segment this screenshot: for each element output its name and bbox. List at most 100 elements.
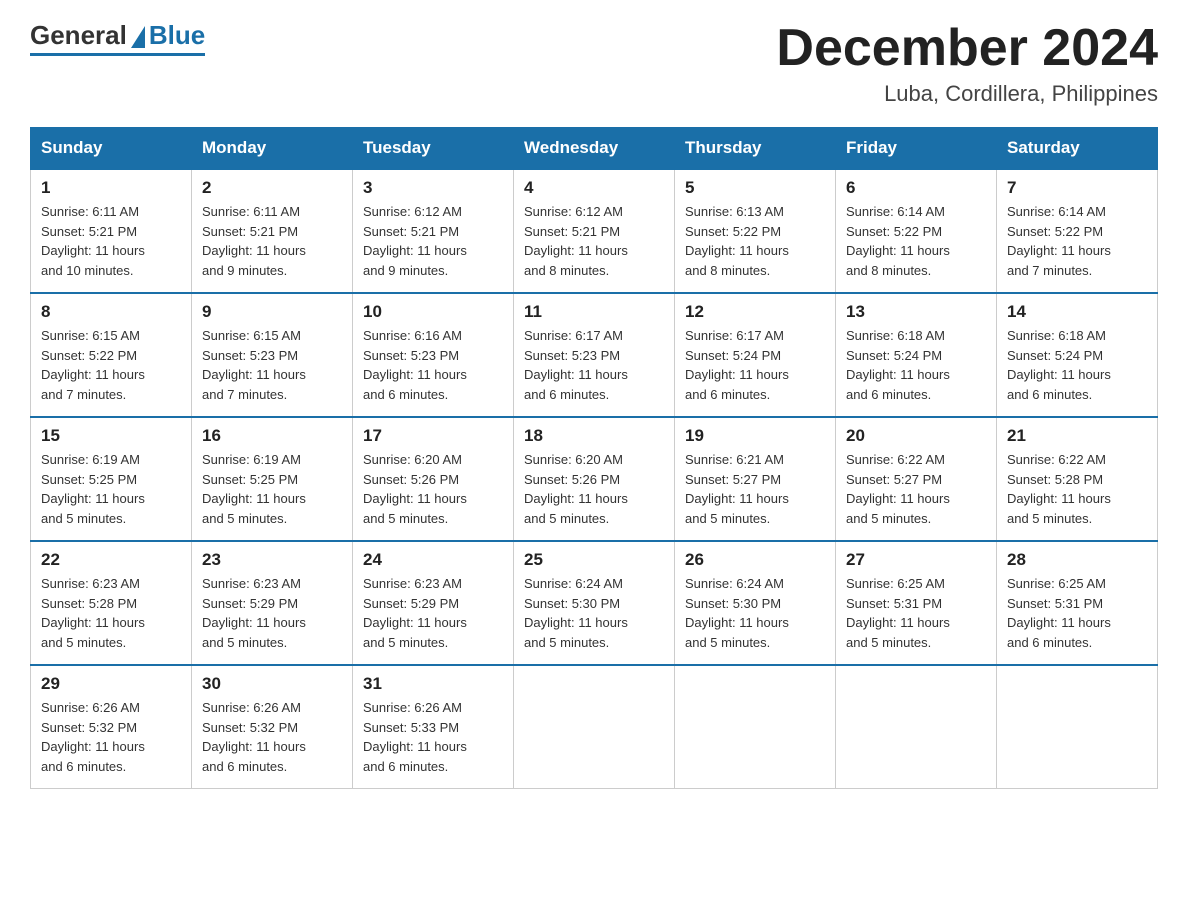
calendar-cell <box>514 665 675 789</box>
header-saturday: Saturday <box>997 128 1158 170</box>
day-number: 7 <box>1007 178 1147 198</box>
header-wednesday: Wednesday <box>514 128 675 170</box>
month-title: December 2024 <box>776 20 1158 77</box>
calendar-cell: 15Sunrise: 6:19 AMSunset: 5:25 PMDayligh… <box>31 417 192 541</box>
day-info: Sunrise: 6:17 AMSunset: 5:24 PMDaylight:… <box>685 326 825 404</box>
calendar-week-2: 8 Sunrise: 6:15 AMSunset: 5:22 PMDaylight… <box>31 293 1158 417</box>
header-sunday: Sunday <box>31 128 192 170</box>
day-number: 28 <box>1007 550 1147 570</box>
day-info: Sunrise: 6:19 AMSunset: 5:25 PMDaylight:… <box>202 450 342 528</box>
day-info: Sunrise: 6:23 AMSunset: 5:28 PMDaylight:… <box>41 574 181 652</box>
calendar-cell: 8 Sunrise: 6:15 AMSunset: 5:22 PMDaylight… <box>31 293 192 417</box>
day-number: 2 <box>202 178 342 198</box>
calendar-week-4: 22 Sunrise: 6:23 AMSunset: 5:28 PMDayligh… <box>31 541 1158 665</box>
calendar-cell: 29Sunrise: 6:26 AMSunset: 5:32 PMDayligh… <box>31 665 192 789</box>
day-number: 31 <box>363 674 503 694</box>
day-number: 26 <box>685 550 825 570</box>
day-info: Sunrise: 6:14 AMSunset: 5:22 PMDaylight:… <box>846 202 986 280</box>
day-info: Sunrise: 6:25 AMSunset: 5:31 PMDaylight:… <box>1007 574 1147 652</box>
logo-underline <box>30 53 205 56</box>
day-info: Sunrise: 6:26 AMSunset: 5:32 PMDaylight:… <box>202 698 342 776</box>
day-number: 19 <box>685 426 825 446</box>
day-info: Sunrise: 6:23 AMSunset: 5:29 PMDaylight:… <box>363 574 503 652</box>
calendar-cell: 9 Sunrise: 6:15 AMSunset: 5:23 PMDaylight… <box>192 293 353 417</box>
calendar-cell: 26 Sunrise: 6:24 AMSunset: 5:30 PMDayligh… <box>675 541 836 665</box>
day-info: Sunrise: 6:17 AMSunset: 5:23 PMDaylight:… <box>524 326 664 404</box>
calendar-cell: 11Sunrise: 6:17 AMSunset: 5:23 PMDayligh… <box>514 293 675 417</box>
header-monday: Monday <box>192 128 353 170</box>
calendar-cell: 27 Sunrise: 6:25 AMSunset: 5:31 PMDayligh… <box>836 541 997 665</box>
day-number: 6 <box>846 178 986 198</box>
calendar-cell: 3Sunrise: 6:12 AMSunset: 5:21 PMDaylight… <box>353 169 514 293</box>
day-info: Sunrise: 6:12 AMSunset: 5:21 PMDaylight:… <box>524 202 664 280</box>
day-info: Sunrise: 6:15 AMSunset: 5:22 PMDaylight:… <box>41 326 181 404</box>
day-info: Sunrise: 6:22 AMSunset: 5:28 PMDaylight:… <box>1007 450 1147 528</box>
day-info: Sunrise: 6:20 AMSunset: 5:26 PMDaylight:… <box>363 450 503 528</box>
day-info: Sunrise: 6:15 AMSunset: 5:23 PMDaylight:… <box>202 326 342 404</box>
day-number: 25 <box>524 550 664 570</box>
day-info: Sunrise: 6:22 AMSunset: 5:27 PMDaylight:… <box>846 450 986 528</box>
day-number: 30 <box>202 674 342 694</box>
day-number: 29 <box>41 674 181 694</box>
calendar-table: SundayMondayTuesdayWednesdayThursdayFrid… <box>30 127 1158 789</box>
day-number: 27 <box>846 550 986 570</box>
day-number: 20 <box>846 426 986 446</box>
day-number: 21 <box>1007 426 1147 446</box>
day-number: 22 <box>41 550 181 570</box>
calendar-week-1: 1 Sunrise: 6:11 AMSunset: 5:21 PMDaylight… <box>31 169 1158 293</box>
calendar-cell: 21 Sunrise: 6:22 AMSunset: 5:28 PMDayligh… <box>997 417 1158 541</box>
logo-blue-text: Blue <box>149 20 205 51</box>
day-info: Sunrise: 6:20 AMSunset: 5:26 PMDaylight:… <box>524 450 664 528</box>
calendar-cell: 2 Sunrise: 6:11 AMSunset: 5:21 PMDaylight… <box>192 169 353 293</box>
day-info: Sunrise: 6:24 AMSunset: 5:30 PMDaylight:… <box>524 574 664 652</box>
day-info: Sunrise: 6:14 AMSunset: 5:22 PMDaylight:… <box>1007 202 1147 280</box>
calendar-header-row: SundayMondayTuesdayWednesdayThursdayFrid… <box>31 128 1158 170</box>
calendar-cell: 14Sunrise: 6:18 AMSunset: 5:24 PMDayligh… <box>997 293 1158 417</box>
calendar-cell: 20 Sunrise: 6:22 AMSunset: 5:27 PMDayligh… <box>836 417 997 541</box>
day-info: Sunrise: 6:25 AMSunset: 5:31 PMDaylight:… <box>846 574 986 652</box>
header-thursday: Thursday <box>675 128 836 170</box>
logo-general-text: General <box>30 20 127 51</box>
day-number: 13 <box>846 302 986 322</box>
calendar-week-5: 29 Sunrise: 6:26 AMSunset: 5:32 PMDayligh… <box>31 665 1158 789</box>
day-info: Sunrise: 6:24 AMSunset: 5:30 PMDaylight:… <box>685 574 825 652</box>
day-info: Sunrise: 6:26 AMSunset: 5:33 PMDaylight:… <box>363 698 503 776</box>
calendar-cell: 16 Sunrise: 6:19 AMSunset: 5:25 PMDayligh… <box>192 417 353 541</box>
logo: General Blue <box>30 20 205 56</box>
header-friday: Friday <box>836 128 997 170</box>
calendar-cell: 12 Sunrise: 6:17 AMSunset: 5:24 PMDayligh… <box>675 293 836 417</box>
day-number: 10 <box>363 302 503 322</box>
day-number: 8 <box>41 302 181 322</box>
day-info: Sunrise: 6:16 AMSunset: 5:23 PMDaylight:… <box>363 326 503 404</box>
calendar-cell <box>997 665 1158 789</box>
day-info: Sunrise: 6:21 AMSunset: 5:27 PMDaylight:… <box>685 450 825 528</box>
day-number: 5 <box>685 178 825 198</box>
calendar-cell: 18 Sunrise: 6:20 AMSunset: 5:26 PMDayligh… <box>514 417 675 541</box>
calendar-cell: 5 Sunrise: 6:13 AMSunset: 5:22 PMDaylight… <box>675 169 836 293</box>
title-section: December 2024 Luba, Cordillera, Philippi… <box>776 20 1158 107</box>
day-info: Sunrise: 6:13 AMSunset: 5:22 PMDaylight:… <box>685 202 825 280</box>
day-number: 18 <box>524 426 664 446</box>
day-number: 15 <box>41 426 181 446</box>
calendar-cell: 30 Sunrise: 6:26 AMSunset: 5:32 PMDayligh… <box>192 665 353 789</box>
day-number: 16 <box>202 426 342 446</box>
day-number: 3 <box>363 178 503 198</box>
calendar-week-3: 15 Sunrise: 6:19 AMSunset: 5:25 PMDayligh… <box>31 417 1158 541</box>
calendar-cell <box>675 665 836 789</box>
day-info: Sunrise: 6:11 AMSunset: 5:21 PMDaylight:… <box>202 202 342 280</box>
header-tuesday: Tuesday <box>353 128 514 170</box>
calendar-cell: 10 Sunrise: 6:16 AMSunset: 5:23 PMDayligh… <box>353 293 514 417</box>
day-number: 17 <box>363 426 503 446</box>
location-text: Luba, Cordillera, Philippines <box>776 81 1158 107</box>
day-info: Sunrise: 6:23 AMSunset: 5:29 PMDaylight:… <box>202 574 342 652</box>
day-number: 9 <box>202 302 342 322</box>
calendar-cell: 1 Sunrise: 6:11 AMSunset: 5:21 PMDaylight… <box>31 169 192 293</box>
day-info: Sunrise: 6:11 AMSunset: 5:21 PMDaylight:… <box>41 202 181 280</box>
day-info: Sunrise: 6:18 AMSunset: 5:24 PMDaylight:… <box>846 326 986 404</box>
day-number: 4 <box>524 178 664 198</box>
day-number: 12 <box>685 302 825 322</box>
day-info: Sunrise: 6:18 AMSunset: 5:24 PMDaylight:… <box>1007 326 1147 404</box>
calendar-cell: 4 Sunrise: 6:12 AMSunset: 5:21 PMDaylight… <box>514 169 675 293</box>
day-number: 1 <box>41 178 181 198</box>
calendar-cell: 13 Sunrise: 6:18 AMSunset: 5:24 PMDayligh… <box>836 293 997 417</box>
